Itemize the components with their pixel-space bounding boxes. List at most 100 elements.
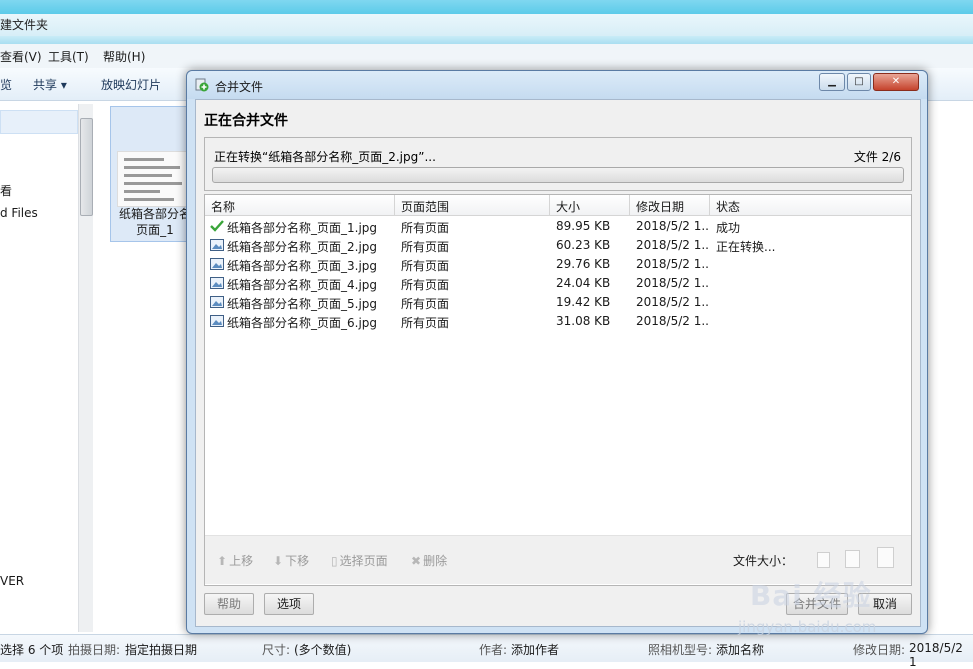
table-row[interactable]: 纸箱各部分名称_页面_2.jpg 所有页面 60.23 KB 2018/5/2 1..… <box>205 236 911 255</box>
move-down-button[interactable]: ⬇ 下移 <box>273 552 309 569</box>
nav-scrollbar-thumb[interactable] <box>80 118 93 216</box>
status-date-value[interactable]: 指定拍摄日期 <box>125 641 197 658</box>
nav-scrollbar[interactable] <box>78 104 93 632</box>
column-name[interactable]: 名称 <box>211 198 235 215</box>
cell-page-range: 所有页面 <box>401 316 450 330</box>
cell-modified-date: 2018/5/2 1... <box>636 295 708 309</box>
progress-bar <box>212 167 904 183</box>
page-size-small-icon[interactable] <box>817 552 830 568</box>
toolbar-slideshow[interactable]: 放映幻灯片 <box>101 76 161 93</box>
cell-name: 纸箱各部分名称_页面_3.jpg <box>227 259 378 273</box>
select-pages-button[interactable]: ▯ 选择页面 <box>331 552 388 569</box>
move-up-button[interactable]: ⬆ 上移 <box>217 552 253 569</box>
file-thumbnail-item[interactable]: 纸箱各部分名 页面_1 <box>110 106 196 242</box>
nav-selected-item[interactable] <box>0 110 78 134</box>
cell-size: 24.04 KB <box>556 276 611 290</box>
nav-item-server[interactable]: VER <box>0 574 24 588</box>
dialog-title-bar[interactable]: 合并文件 ▁ □ ✕ <box>187 71 927 99</box>
cell-size: 60.23 KB <box>556 238 611 252</box>
cell-modified-date: 2018/5/2 1... <box>636 238 708 252</box>
table-row[interactable]: 纸箱各部分名称_页面_6.jpg 所有页面 31.08 KB 2018/5/2 1..… <box>205 312 911 331</box>
delete-icon: ✖ <box>411 554 422 568</box>
cell-name: 纸箱各部分名称_页面_5.jpg <box>227 297 378 311</box>
help-button[interactable]: 帮助 <box>204 593 254 615</box>
nav-item-pictures[interactable]: 看 <box>0 182 12 199</box>
file-label: 纸箱各部分名 页面_1 <box>118 207 191 237</box>
status-size-key: 尺寸: <box>262 643 291 657</box>
cell-name: 纸箱各部分名称_页面_4.jpg <box>227 278 378 292</box>
merge-app-icon <box>195 78 209 92</box>
nav-item-files[interactable]: d Files <box>0 206 38 220</box>
column-page-range[interactable]: 页面范围 <box>401 198 449 215</box>
cell-modified-date: 2018/5/2 1... <box>636 219 708 233</box>
menu-tools[interactable]: 工具(T) <box>48 48 89 65</box>
column-status[interactable]: 状态 <box>716 198 740 215</box>
baidu-watermark-url: jingyan.baidu.com <box>738 618 877 636</box>
cell-page-range: 所有页面 <box>401 240 450 254</box>
status-camera-value[interactable]: 添加名称 <box>716 641 764 658</box>
explorer-top-strip <box>0 0 973 14</box>
toolbar-share[interactable]: 共享 ▾ <box>33 76 67 93</box>
table-row[interactable]: 纸箱各部分名称_页面_1.jpg 所有页面 89.95 KB 2018/5/2 1..… <box>205 217 911 236</box>
minimize-button[interactable]: ▁ <box>819 73 845 91</box>
file-list: 名称 页面范围 大小 修改日期 状态 纸箱各部分名称_页面_1.jpg 所有页面 8… <box>204 194 912 586</box>
cell-page-range: 所有页面 <box>401 259 450 273</box>
explorer-address-bar[interactable] <box>0 36 973 44</box>
arrow-up-icon: ⬆ <box>217 554 228 568</box>
progress-count: 文件 2/6 <box>853 150 901 164</box>
explorer-window-title: 建文件夹 <box>0 18 49 32</box>
column-modified-date[interactable]: 修改日期 <box>636 198 684 215</box>
dialog-title: 合并文件 <box>215 80 264 94</box>
merge-files-dialog: 合并文件 ▁ □ ✕ 正在合并文件 正在转换“纸箱各部分名称_页面_2.jpg”… <box>186 70 928 634</box>
maximize-button[interactable]: □ <box>847 73 871 91</box>
table-row[interactable]: 纸箱各部分名称_页面_5.jpg 所有页面 19.42 KB 2018/5/2 1..… <box>205 293 911 312</box>
image-file-icon <box>210 296 224 308</box>
cell-modified-date: 2018/5/2 1... <box>636 314 708 328</box>
close-button[interactable]: ✕ <box>873 73 919 91</box>
baidu-watermark: Bai 经验 <box>750 579 872 612</box>
cell-page-range: 所有页面 <box>401 297 450 311</box>
image-file-icon <box>210 239 224 251</box>
cell-name: 纸箱各部分名称_页面_6.jpg <box>227 316 378 330</box>
cell-name: 纸箱各部分名称_页面_2.jpg <box>227 240 378 254</box>
delete-button[interactable]: ✖ 删除 <box>411 552 447 569</box>
file-size-label: 文件大小： <box>732 554 793 568</box>
cell-page-range: 所有页面 <box>401 278 450 292</box>
explorer-status-bar: 选择 6 个项 拍摄日期: 指定拍摄日期 尺寸: (多个数值) 作者: 添加作者… <box>0 634 973 669</box>
arrow-down-icon: ⬇ <box>273 554 284 568</box>
cell-modified-date: 2018/5/2 1... <box>636 276 708 290</box>
table-row[interactable]: 纸箱各部分名称_页面_4.jpg 所有页面 24.04 KB 2018/5/2 1..… <box>205 274 911 293</box>
explorer-menu-bar: 查看(V) 工具(T) 帮助(H) <box>0 44 973 69</box>
cell-status: 成功 <box>716 221 741 235</box>
cell-modified-date: 2018/5/2 1... <box>636 257 708 271</box>
cell-status: 正在转换... <box>716 240 776 254</box>
options-button[interactable]: 选项 <box>264 593 314 615</box>
menu-help[interactable]: 帮助(H) <box>103 48 145 65</box>
explorer-title-bar: 建文件夹 <box>0 14 973 36</box>
cell-size: 89.95 KB <box>556 219 611 233</box>
column-size[interactable]: 大小 <box>556 198 580 215</box>
cell-size: 29.76 KB <box>556 257 611 271</box>
status-selection: 选择 6 个项 <box>0 643 64 657</box>
image-thumbnail <box>117 151 191 207</box>
menu-view[interactable]: 查看(V) <box>0 48 42 65</box>
image-file-icon <box>210 315 224 327</box>
status-author-key: 作者: <box>479 643 508 657</box>
progress-message: 正在转换“纸箱各部分名称_页面_2.jpg”... <box>214 150 436 164</box>
list-header: 名称 页面范围 大小 修改日期 状态 <box>205 195 911 216</box>
cell-size: 19.42 KB <box>556 295 611 309</box>
dialog-body: 正在合并文件 正在转换“纸箱各部分名称_页面_2.jpg”... 文件 2/6 … <box>195 99 921 627</box>
page-icon: ▯ <box>331 554 338 568</box>
page-size-large-icon[interactable] <box>877 547 894 568</box>
image-file-icon <box>210 277 224 289</box>
toolbar-preview[interactable]: 览 <box>0 76 12 93</box>
cell-name: 纸箱各部分名称_页面_1.jpg <box>227 221 378 235</box>
cell-size: 31.08 KB <box>556 314 611 328</box>
cell-page-range: 所有页面 <box>401 221 450 235</box>
page-size-medium-icon[interactable] <box>845 550 860 568</box>
table-row[interactable]: 纸箱各部分名称_页面_3.jpg 所有页面 29.76 KB 2018/5/2 1..… <box>205 255 911 274</box>
status-size-value: (多个数值) <box>294 643 352 657</box>
check-icon <box>210 220 224 232</box>
status-author-value[interactable]: 添加作者 <box>511 641 559 658</box>
status-date-key: 拍摄日期: <box>68 643 121 657</box>
